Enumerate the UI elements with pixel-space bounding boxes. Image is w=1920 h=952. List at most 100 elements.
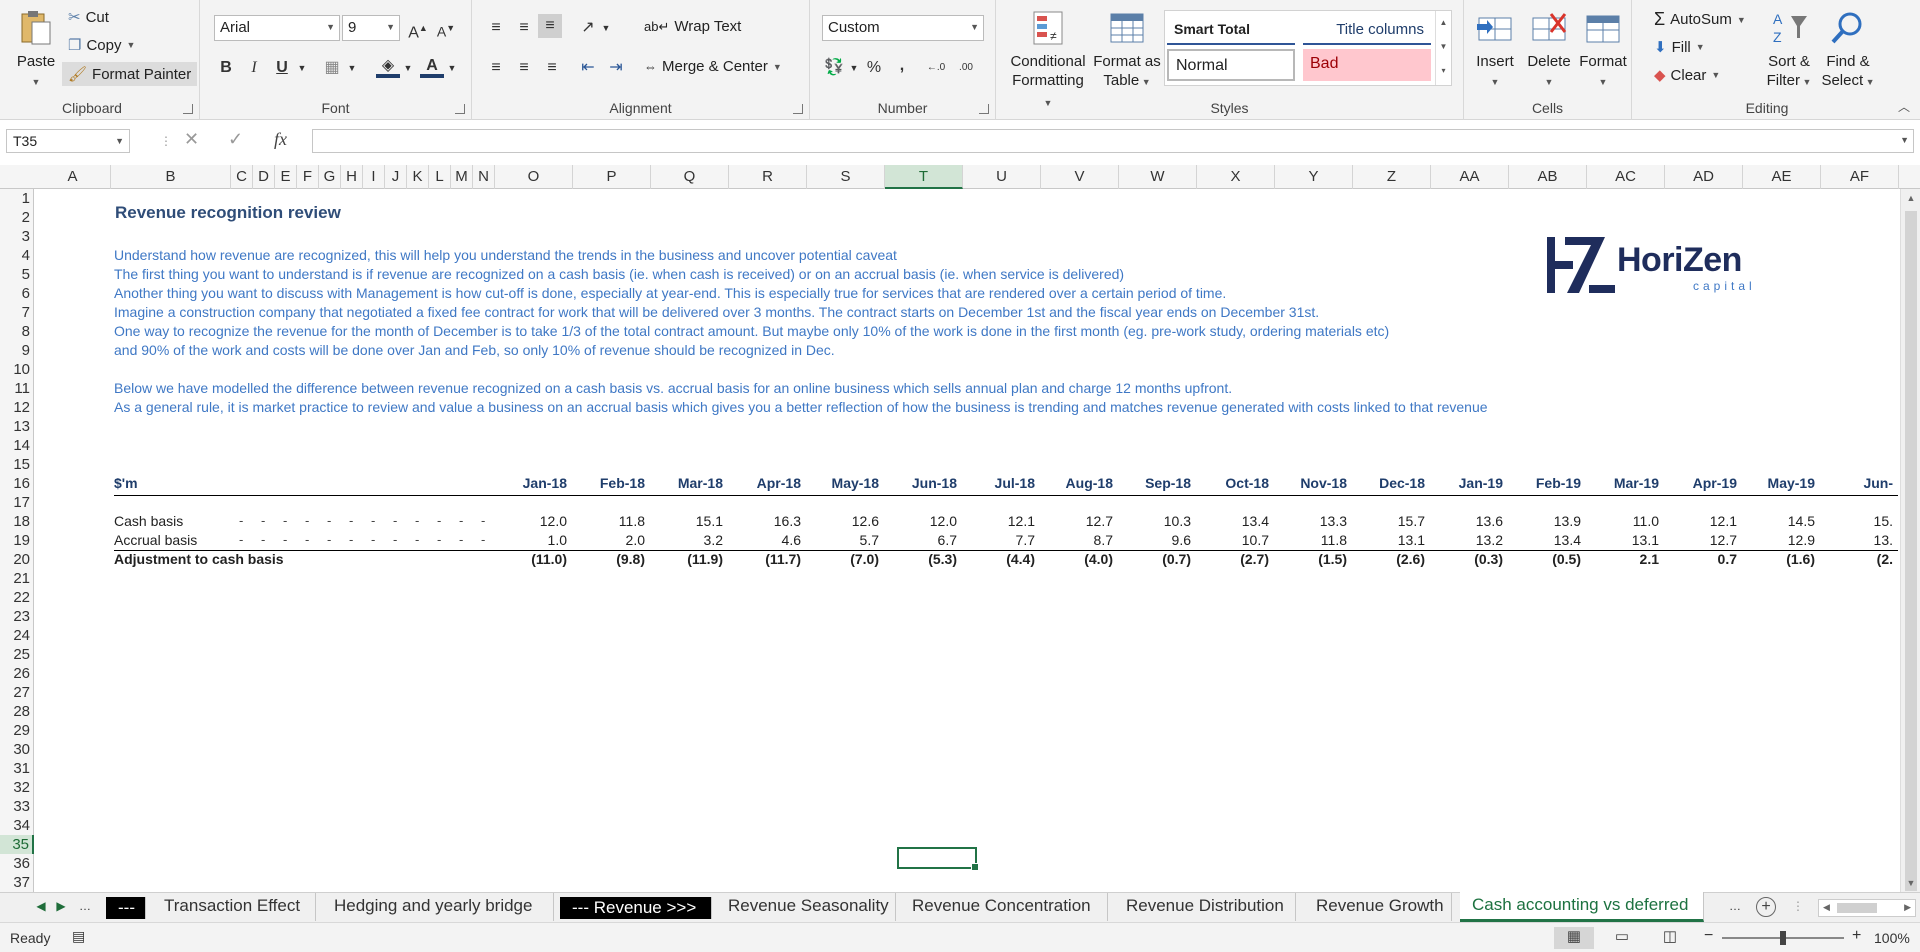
chevron-down-icon[interactable]: ▼ [594,16,618,40]
column-header-A[interactable]: A [35,165,111,189]
column-header-O[interactable]: O [495,165,573,189]
row-header-16[interactable]: 16 [0,474,34,493]
format-painter-button[interactable]: 🖌 Format Painter [62,62,198,86]
horizontal-scrollbar-thumb[interactable] [1837,903,1877,913]
column-header-L[interactable]: L [429,165,451,189]
sheet-tab[interactable]: Revenue Growth [1304,893,1452,921]
find-select-button[interactable]: Find & Select ▼ [1818,8,1878,92]
row-header-21[interactable]: 21 [0,569,34,588]
row-header-17[interactable]: 17 [0,493,34,512]
row-header-9[interactable]: 9 [0,341,34,360]
zoom-slider-thumb[interactable] [1780,931,1786,945]
row-header-30[interactable]: 30 [0,740,34,759]
sheet-tab[interactable]: Revenue Seasonality [716,893,896,921]
horizontal-scrollbar[interactable]: ◀ ▶ [1818,899,1916,917]
column-header-U[interactable]: U [963,165,1041,189]
decrease-decimal-icon[interactable]: .00 [954,56,978,80]
number-dialog-launcher[interactable] [979,104,989,114]
clear-button[interactable]: ◆ Clear ▼ [1654,66,1720,85]
macro-record-icon[interactable]: ▤ [72,928,85,945]
row-header-18[interactable]: 18 [0,512,34,531]
column-header-Z[interactable]: Z [1353,165,1431,189]
row-header-32[interactable]: 32 [0,778,34,797]
format-as-table-button[interactable]: Format as Table ▼ [1092,8,1162,92]
cells-area[interactable]: Revenue recognition review Understand ho… [35,189,1898,892]
decrease-indent-icon[interactable]: ⇤ [576,56,600,80]
name-box[interactable]: T35 ▼ [6,129,130,153]
column-header-N[interactable]: N [473,165,495,189]
column-header-AB[interactable]: AB [1509,165,1587,189]
clipboard-dialog-launcher[interactable] [183,104,193,114]
column-header-W[interactable]: W [1119,165,1197,189]
row-header-22[interactable]: 22 [0,588,34,607]
row-header-19[interactable]: 19 [0,531,34,550]
prev-sheet-icon[interactable]: ◀ [32,899,50,913]
row-header-2[interactable]: 2 [0,208,34,227]
style-normal[interactable]: Normal [1167,49,1295,81]
chevron-down-icon[interactable]: ▼ [126,40,135,50]
gallery-scroll[interactable]: ▲ ▼ ▾ [1435,11,1451,85]
row-header-6[interactable]: 6 [0,284,34,303]
scroll-down-icon[interactable]: ▼ [1901,874,1920,892]
bold-button[interactable]: B [214,56,238,80]
row-header-36[interactable]: 36 [0,854,34,873]
column-header-J[interactable]: J [385,165,407,189]
row-header-8[interactable]: 8 [0,322,34,341]
sheet-tab[interactable]: Cash accounting vs deferred [1460,892,1704,922]
worksheet-grid[interactable]: A B C D E F G H I J K L M N O P Q R S T U V W X Y Z AA AB AC AD AE AF 1… [0,165,1920,892]
chevron-down-icon[interactable]: ▼ [290,56,314,80]
column-header-Y[interactable]: Y [1275,165,1353,189]
align-top-icon[interactable]: ≡ [484,16,508,40]
row-header-24[interactable]: 24 [0,626,34,645]
selected-cell-T35[interactable] [897,847,979,871]
scrollbar-thumb[interactable] [1905,211,1917,891]
sheet-tab[interactable]: --- [106,897,146,919]
merge-center-button[interactable]: ⇔ Merge & Center ▼ [644,58,782,75]
row-header-4[interactable]: 4 [0,246,34,265]
row-header-14[interactable]: 14 [0,436,34,455]
format-button[interactable]: Format ▼ [1576,8,1630,92]
insert-button[interactable]: Insert ▼ [1470,8,1520,92]
row-header-29[interactable]: 29 [0,721,34,740]
font-size-select[interactable]: 9 ▼ [342,15,400,41]
page-break-view-icon[interactable]: ◫ [1650,927,1690,949]
chevron-down-icon[interactable]: ▼ [396,56,420,80]
row-header-20[interactable]: 20 [0,550,34,569]
zoom-level[interactable]: 100% [1874,930,1910,946]
more-sheets-left-icon[interactable]: … [76,899,94,913]
row-header-10[interactable]: 10 [0,360,34,379]
style-bad[interactable]: Bad [1303,49,1431,81]
scroll-left-icon[interactable]: ◀ [1823,902,1830,913]
row-header-1[interactable]: 1 [0,189,34,208]
column-header-T[interactable]: T [885,165,963,189]
row-header-15[interactable]: 15 [0,455,34,474]
align-left-icon[interactable]: ≡ [484,56,508,80]
column-header-Q[interactable]: Q [651,165,729,189]
increase-decimal-icon[interactable]: ←.0 [924,56,948,80]
paste-button[interactable]: Paste ▼ [8,8,64,92]
fill-button[interactable]: ⬇ Fill ▼ [1654,38,1705,57]
sheet-tab[interactable]: --- Revenue >>> [560,897,712,919]
percent-style-button[interactable]: % [862,56,886,80]
column-header-M[interactable]: M [451,165,473,189]
column-header-AE[interactable]: AE [1743,165,1821,189]
scroll-right-icon[interactable]: ▶ [1904,902,1911,913]
italic-button[interactable]: I [242,56,266,80]
row-header-5[interactable]: 5 [0,265,34,284]
column-header-S[interactable]: S [807,165,885,189]
enter-icon[interactable]: ✓ [228,129,243,150]
row-header-12[interactable]: 12 [0,398,34,417]
comma-style-button[interactable]: , [890,54,914,78]
conditional-formatting-button[interactable]: ≠ Conditional Formatting ▼ [1008,8,1088,113]
zoom-out-icon[interactable]: − [1704,927,1713,945]
column-header-C[interactable]: C [231,165,253,189]
row-header-25[interactable]: 25 [0,645,34,664]
row-header-7[interactable]: 7 [0,303,34,322]
cut-button[interactable]: ✂ Cut [68,8,109,27]
row-header-31[interactable]: 31 [0,759,34,778]
copy-button[interactable]: ❐ Copy ▼ [68,36,135,55]
row-header-35[interactable]: 35 [0,835,34,854]
font-name-select[interactable]: Arial ▼ [214,15,340,41]
row-header-34[interactable]: 34 [0,816,34,835]
scroll-up-icon[interactable]: ▲ [1901,189,1920,207]
